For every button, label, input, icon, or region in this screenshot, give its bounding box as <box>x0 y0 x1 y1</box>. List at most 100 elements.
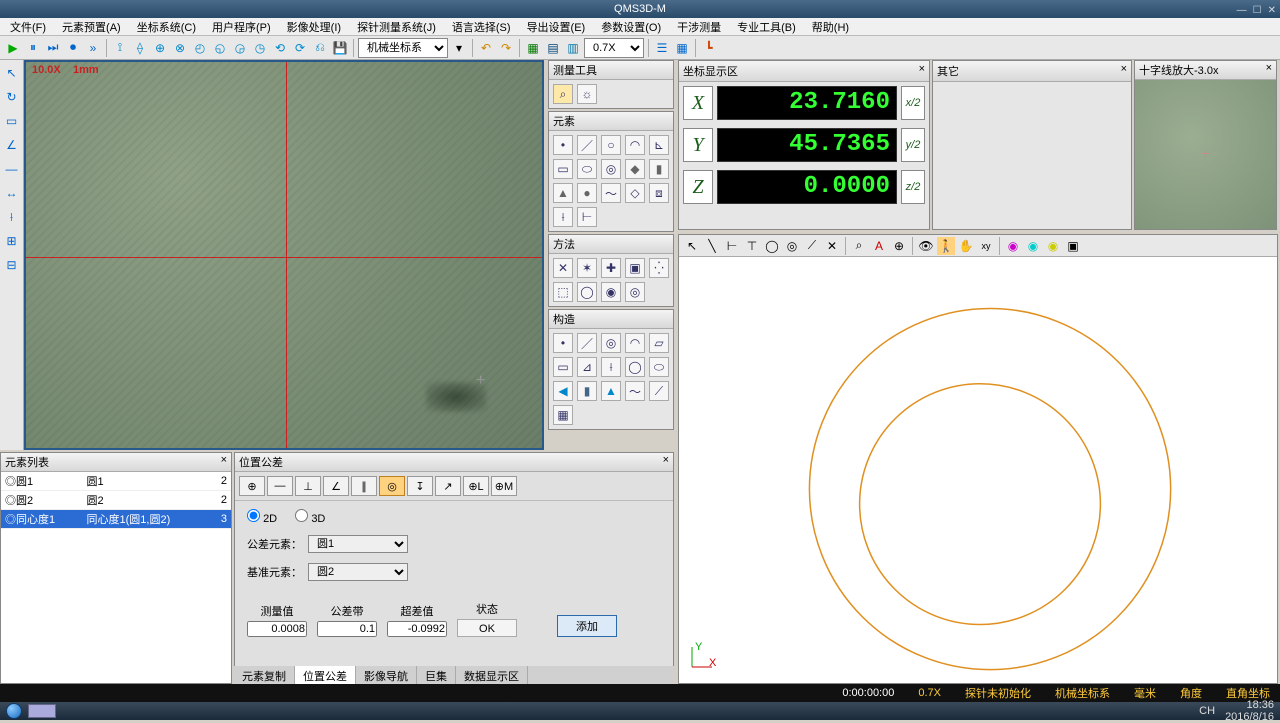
tool-b-icon[interactable]: ⟠ <box>131 39 149 57</box>
tool-j-icon[interactable]: ⟳ <box>291 39 309 57</box>
panel-close-icon[interactable]: × <box>1121 63 1127 79</box>
tol-tab-concentric-icon[interactable]: ◎ <box>379 476 405 496</box>
d-color1-icon[interactable]: ◉ <box>1004 237 1022 255</box>
coord-x-half-button[interactable]: x/2 <box>901 86 925 120</box>
axis-icon[interactable]: ┗ <box>700 39 718 57</box>
m-fit-icon[interactable]: ◎ <box>625 282 645 302</box>
menu-params[interactable]: 参数设置(O) <box>597 19 665 35</box>
menu-probe[interactable]: 探针测量系统(J) <box>353 19 440 35</box>
tol-tab-perp-icon[interactable]: ⊥ <box>295 476 321 496</box>
panel-close-icon[interactable]: × <box>221 454 227 470</box>
mt-light-icon[interactable]: ☼ <box>577 84 597 104</box>
tol-tab-angle-icon[interactable]: ∠ <box>323 476 349 496</box>
dropdown-icon[interactable]: ▾ <box>450 39 468 57</box>
mt-auto-icon[interactable]: ⌕ <box>553 84 573 104</box>
m-square-icon[interactable]: ▣ <box>625 258 645 278</box>
tool-k-icon[interactable]: ⎌ <box>311 39 329 57</box>
c-co-icon[interactable]: ▲ <box>601 381 621 401</box>
d-cursor-icon[interactable]: ↖ <box>683 237 701 255</box>
m-inner-icon[interactable]: ◉ <box>601 282 621 302</box>
tab-nav[interactable]: 影像导航 <box>356 666 417 684</box>
panel-close-icon[interactable]: × <box>919 63 925 79</box>
c-cv-icon[interactable]: 〜 <box>625 381 645 401</box>
measured-field[interactable] <box>247 621 307 637</box>
d-line-icon[interactable]: ╲ <box>703 237 721 255</box>
menu-interf[interactable]: 干涉测量 <box>673 19 725 35</box>
el-cyl-icon[interactable]: ▮ <box>649 159 669 179</box>
tool-h-icon[interactable]: ◷ <box>251 39 269 57</box>
el-ellipse-icon[interactable]: ⬭ <box>577 159 597 179</box>
step-icon[interactable]: ⏭ <box>44 39 62 57</box>
el-line-icon[interactable]: ／ <box>577 135 597 155</box>
start-orb-icon[interactable] <box>6 703 22 719</box>
d-eye-icon[interactable]: 👁 <box>917 237 935 255</box>
c-calc-icon[interactable]: ▦ <box>553 405 573 425</box>
d-walk-icon[interactable]: 🚶 <box>937 237 955 255</box>
d-x-icon[interactable]: ✕ <box>823 237 841 255</box>
c-el-icon[interactable]: ⬭ <box>649 357 669 377</box>
vtool-cursor-icon[interactable]: ↖ <box>3 64 21 82</box>
d-save-icon[interactable]: ▣ <box>1064 237 1082 255</box>
d-xy-icon[interactable]: xy <box>977 237 995 255</box>
mode-2d-radio[interactable] <box>247 509 260 522</box>
menu-image[interactable]: 影像处理(I) <box>283 19 345 35</box>
coord-y-half-button[interactable]: y/2 <box>901 128 925 162</box>
vtool-rotate-icon[interactable]: ↻ <box>3 88 21 106</box>
vtool-measure-icon[interactable]: ⟊ <box>3 208 21 226</box>
el-point-icon[interactable]: • <box>553 135 573 155</box>
vtool-dist-icon[interactable]: ↔ <box>3 184 21 202</box>
c-pt-icon[interactable]: • <box>553 333 573 353</box>
tool-a-icon[interactable]: ⟟ <box>111 39 129 57</box>
tol-tab-position-icon[interactable]: ⊕ <box>239 476 265 496</box>
menu-file[interactable]: 文件(F) <box>6 19 50 35</box>
m-cross-icon[interactable]: ✕ <box>553 258 573 278</box>
ffwd-icon[interactable]: » <box>84 39 102 57</box>
panel-close-icon[interactable]: × <box>663 454 669 470</box>
tool-d-icon[interactable]: ⊗ <box>171 39 189 57</box>
coord-z-half-button[interactable]: z/2 <box>901 170 925 204</box>
c-pl-icon[interactable]: ▱ <box>649 333 669 353</box>
m-outer-icon[interactable]: ◯ <box>577 282 597 302</box>
undo-icon[interactable]: ↶ <box>477 39 495 57</box>
d-zoom-icon[interactable]: ⌕ <box>850 237 868 255</box>
d-color3-icon[interactable]: ◉ <box>1044 237 1062 255</box>
list-icon[interactable]: ☰ <box>653 39 671 57</box>
minimize-icon[interactable]: — <box>1237 2 1247 20</box>
m-dots-icon[interactable]: ⁛ <box>649 258 669 278</box>
menu-preset[interactable]: 元素预置(A) <box>58 19 125 35</box>
tab-data[interactable]: 数据显示区 <box>456 666 528 684</box>
c-ar-icon[interactable]: ◠ <box>625 333 645 353</box>
tab-tolerance[interactable]: 位置公差 <box>295 666 356 684</box>
table-row[interactable]: ◎圆1圆12 <box>1 472 231 491</box>
el-slot-icon[interactable]: ⧈ <box>649 183 669 203</box>
vtool-grid1-icon[interactable]: ⊞ <box>3 232 21 250</box>
add-button[interactable]: 添加 <box>557 615 617 637</box>
c-ln-icon[interactable]: ／ <box>577 333 597 353</box>
tol-tab-runout-icon[interactable]: ↧ <box>407 476 433 496</box>
c-rg-icon[interactable]: ◯ <box>625 357 645 377</box>
c-sp-icon[interactable]: ⟋ <box>649 381 669 401</box>
el-sphere-icon[interactable]: ● <box>577 183 597 203</box>
band-field[interactable] <box>317 621 377 637</box>
tol-tab-circum-icon[interactable]: ⊕L <box>463 476 489 496</box>
close-icon[interactable]: ✕ <box>1268 2 1276 20</box>
d-cross-icon[interactable]: ⊕ <box>890 237 908 255</box>
el-cone-icon[interactable]: ▲ <box>553 183 573 203</box>
tab-copy[interactable]: 元素复制 <box>234 666 295 684</box>
video-view[interactable]: 10.0X 1mm + <box>24 60 544 450</box>
tool-i-icon[interactable]: ⟲ <box>271 39 289 57</box>
el-angle-icon[interactable]: ⊾ <box>649 135 669 155</box>
d-arc-icon[interactable]: ⟋ <box>803 237 821 255</box>
datum-select[interactable]: 圆2 <box>308 563 408 581</box>
panel-close-icon[interactable]: × <box>1266 62 1272 74</box>
m-plus-icon[interactable]: ✚ <box>601 258 621 278</box>
d-ring-icon[interactable]: ◎ <box>783 237 801 255</box>
mode-3d-radio[interactable] <box>295 509 308 522</box>
el-plane-icon[interactable]: ◇ <box>625 183 645 203</box>
c-ax-icon[interactable]: ⟊ <box>601 357 621 377</box>
m-sel-icon[interactable]: ⬚ <box>553 282 573 302</box>
grid-icon[interactable]: ▦ <box>673 39 691 57</box>
table-row[interactable]: ◎圆2圆22 <box>1 491 231 510</box>
c-cy-icon[interactable]: ▮ <box>577 381 597 401</box>
play-icon[interactable]: ▶ <box>4 39 22 57</box>
